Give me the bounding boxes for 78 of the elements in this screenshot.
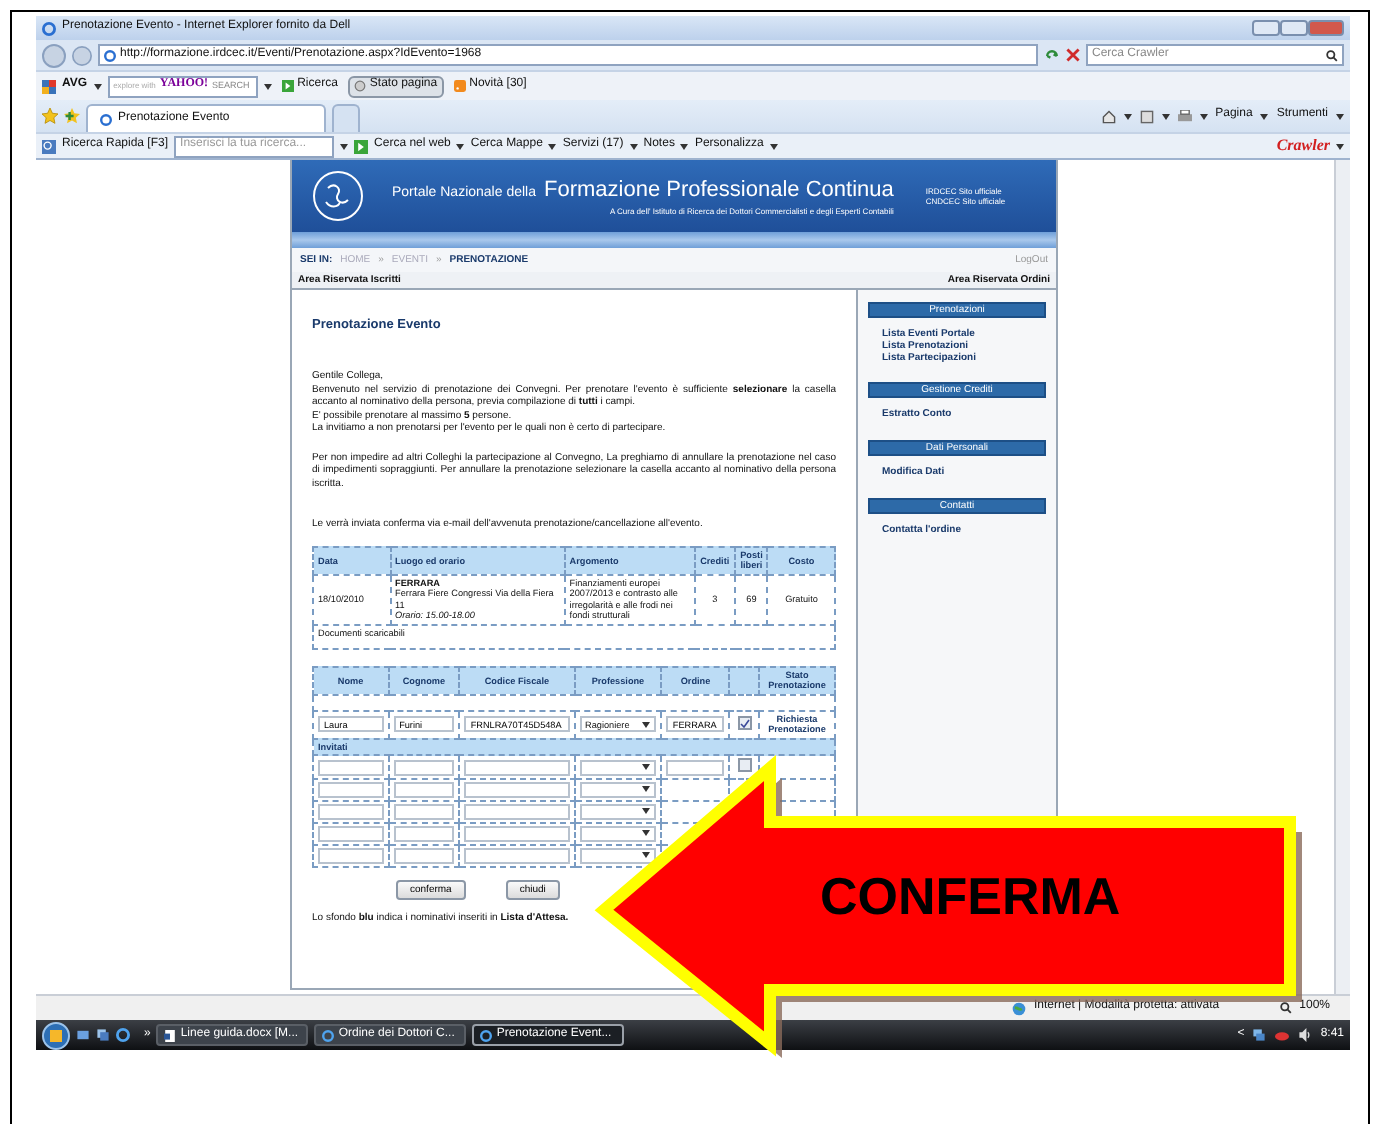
checkbox[interactable]	[737, 716, 752, 731]
stop-icon[interactable]	[1066, 48, 1080, 62]
go-icon[interactable]	[354, 139, 369, 153]
select-field[interactable]	[579, 759, 657, 776]
input-field[interactable]	[464, 781, 570, 798]
desktop-icon[interactable]	[76, 1028, 90, 1042]
caret-icon[interactable]	[548, 143, 557, 149]
input-field[interactable]	[318, 781, 384, 798]
window-switch-icon[interactable]	[96, 1028, 110, 1042]
input-field[interactable]	[393, 847, 455, 864]
caret-icon[interactable]	[1123, 113, 1132, 119]
input-field[interactable]	[393, 781, 455, 798]
select-field[interactable]	[579, 781, 657, 798]
search-icon[interactable]	[1326, 49, 1338, 61]
callout-label: CONFERMA	[820, 870, 1121, 922]
logo-icon	[312, 170, 364, 222]
home-icon[interactable]	[1101, 109, 1116, 123]
back-button[interactable]	[42, 43, 66, 67]
maximize-button[interactable]	[1280, 20, 1308, 36]
browser-icon	[42, 21, 56, 35]
browser-icon	[480, 1029, 493, 1041]
shield-icon	[42, 79, 56, 93]
input-field[interactable]	[464, 759, 570, 776]
input-field[interactable]	[318, 803, 384, 820]
caret-icon[interactable]	[629, 143, 638, 149]
caret-icon[interactable]	[642, 721, 651, 728]
input-field[interactable]	[318, 759, 384, 776]
play-icon	[281, 80, 294, 92]
caret-icon[interactable]	[642, 808, 651, 815]
forward-button[interactable]	[72, 45, 92, 65]
input-field[interactable]	[393, 759, 455, 776]
select-field[interactable]	[579, 825, 657, 842]
portal-title: Formazione Professionale Continua	[544, 176, 894, 206]
caret-icon[interactable]	[680, 143, 689, 149]
caret-icon[interactable]	[340, 143, 349, 149]
page-icon	[100, 113, 112, 125]
caret-icon[interactable]	[1161, 113, 1170, 119]
caret-icon[interactable]	[1260, 113, 1269, 119]
zoom-icon	[1279, 1002, 1292, 1014]
minimize-button[interactable]	[1252, 20, 1280, 36]
speaker-icon[interactable]	[1298, 1028, 1313, 1042]
globe-icon	[1012, 1001, 1027, 1015]
input-field[interactable]	[393, 803, 455, 820]
input-field[interactable]	[393, 825, 455, 842]
browser-icon	[322, 1029, 335, 1041]
scrollbar[interactable]	[1334, 160, 1350, 994]
start-button[interactable]	[42, 1021, 70, 1049]
refresh-icon[interactable]	[1044, 47, 1060, 63]
select-field[interactable]	[579, 803, 657, 820]
caret-icon[interactable]	[263, 83, 272, 89]
tray-app-icon[interactable]	[1274, 1028, 1291, 1042]
caret-icon[interactable]	[1336, 113, 1344, 119]
caret-icon[interactable]	[642, 786, 651, 793]
input-field[interactable]	[318, 847, 384, 864]
caret-icon[interactable]	[1336, 143, 1344, 149]
caret-icon[interactable]	[769, 143, 778, 149]
crawler-logo[interactable]: Crawler	[1276, 136, 1330, 156]
input-field[interactable]	[464, 847, 570, 864]
caret-icon[interactable]	[456, 143, 465, 149]
browser-icon[interactable]	[116, 1028, 130, 1042]
add-favorite-icon[interactable]	[64, 108, 80, 124]
checkbox[interactable]	[737, 758, 752, 773]
caret-icon[interactable]	[93, 83, 102, 89]
caret-icon[interactable]	[642, 830, 651, 837]
caret-icon[interactable]	[1199, 113, 1208, 119]
caret-icon[interactable]	[642, 852, 651, 859]
star-icon[interactable]	[42, 108, 58, 124]
printer-icon[interactable]	[1177, 109, 1192, 123]
caret-icon[interactable]	[642, 764, 651, 771]
document-icon	[164, 1029, 177, 1041]
input-field[interactable]	[318, 825, 384, 842]
input-field[interactable]	[464, 825, 570, 842]
circle-icon	[353, 80, 366, 92]
select-field[interactable]	[579, 847, 657, 864]
input-field[interactable]	[666, 759, 725, 776]
network-icon[interactable]	[1252, 1028, 1267, 1042]
input-field[interactable]	[464, 803, 570, 820]
page-icon	[104, 49, 116, 61]
